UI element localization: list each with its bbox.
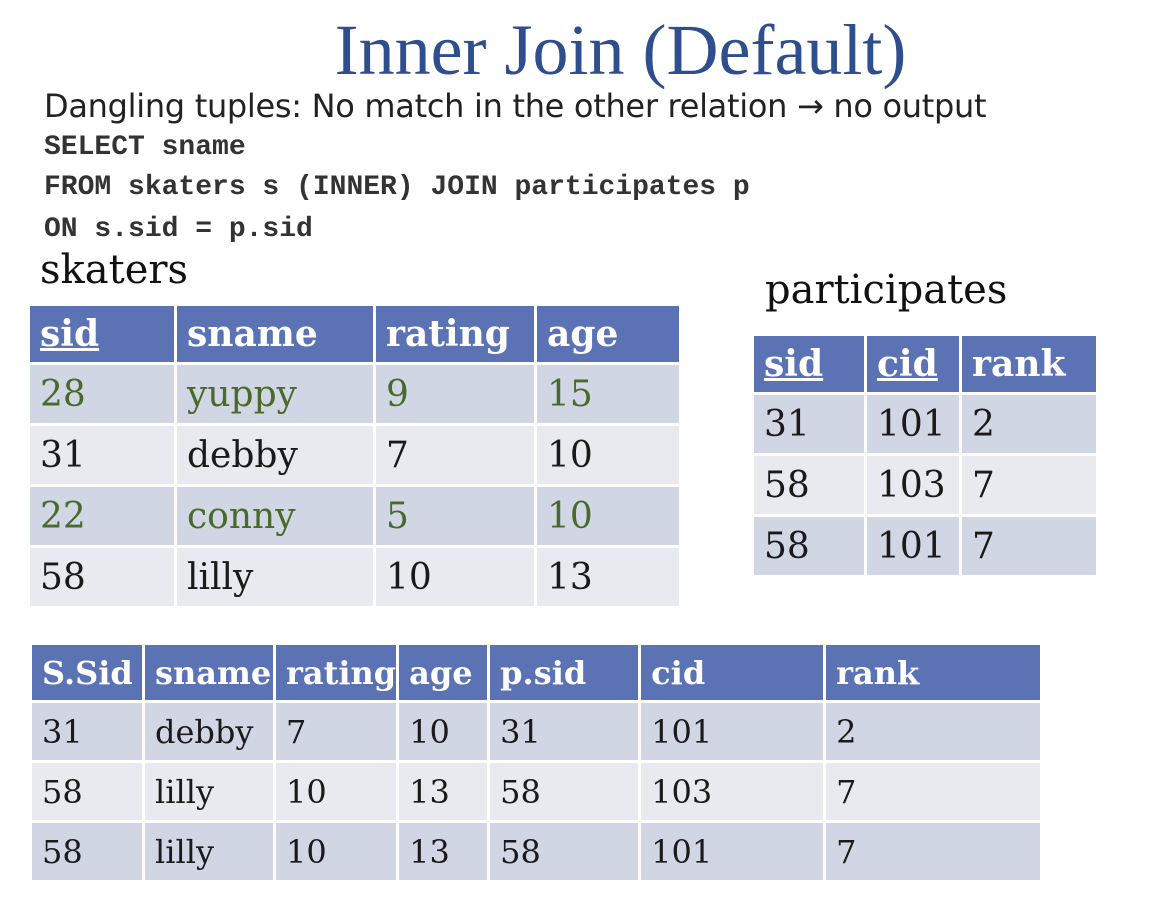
table-cell: 7 xyxy=(826,823,1041,880)
participates-header-cid: cid xyxy=(867,336,959,392)
result-header-ssid: S.Sid xyxy=(32,645,142,700)
result-header-cid: cid xyxy=(641,645,824,700)
table-cell: 101 xyxy=(867,517,959,575)
table-cell: 9 xyxy=(376,365,534,423)
table-cell: 7 xyxy=(962,517,1096,575)
slide-title: Inner Join (Default) xyxy=(334,10,907,90)
table-cell: 101 xyxy=(641,823,824,880)
sql-line-select: SELECT sname xyxy=(44,132,246,163)
table-cell: 5 xyxy=(376,487,534,545)
table-cell: 10 xyxy=(537,487,679,545)
table-row: 28 yuppy 9 15 xyxy=(30,365,679,423)
table-row: 31 debby 7 10 xyxy=(30,426,679,484)
skaters-header-rating: rating xyxy=(376,306,534,362)
table-cell: 10 xyxy=(537,426,679,484)
table-cell: 58 xyxy=(490,823,639,880)
table-cell: 31 xyxy=(490,703,639,760)
result-header-psid: p.sid xyxy=(490,645,639,700)
dangling-tuples-text: Dangling tuples: No match in the other r… xyxy=(44,87,987,125)
table-cell: lilly xyxy=(177,548,373,606)
table-cell: 2 xyxy=(962,395,1096,453)
table-cell: 7 xyxy=(826,763,1041,820)
table-cell: 15 xyxy=(537,365,679,423)
table-cell: 10 xyxy=(399,703,488,760)
result-header-rank: rank xyxy=(826,645,1041,700)
table-cell: conny xyxy=(177,487,373,545)
table-row: 58 101 7 xyxy=(754,517,1096,575)
table-cell: debby xyxy=(145,703,273,760)
table-cell: lilly xyxy=(145,823,273,880)
skaters-label: skaters xyxy=(40,247,189,293)
table-cell: 13 xyxy=(537,548,679,606)
table-row: 58 lilly 10 13 xyxy=(30,548,679,606)
table-cell: 10 xyxy=(276,763,397,820)
table-cell: 31 xyxy=(30,426,174,484)
table-row: 31 101 2 xyxy=(754,395,1096,453)
table-cell: 103 xyxy=(867,456,959,514)
table-row: 31 debby 7 10 31 101 2 xyxy=(32,703,1041,760)
table-cell: 10 xyxy=(376,548,534,606)
table-cell: 101 xyxy=(641,703,824,760)
participates-header-rank: rank xyxy=(962,336,1096,392)
skaters-table: sid sname rating age 28 yuppy 9 15 31 de… xyxy=(27,303,682,609)
result-header-rating: rating xyxy=(276,645,397,700)
table-cell: 7 xyxy=(962,456,1096,514)
table-cell: 13 xyxy=(399,823,488,880)
result-table: S.Sid sname rating age p.sid cid rank 31… xyxy=(29,642,1043,883)
table-cell: 13 xyxy=(399,763,488,820)
table-cell: 22 xyxy=(30,487,174,545)
table-cell: 2 xyxy=(826,703,1041,760)
table-cell: 7 xyxy=(376,426,534,484)
participates-table: sid cid rank 31 101 2 58 103 7 58 101 7 xyxy=(751,333,1099,578)
table-cell: 58 xyxy=(32,763,142,820)
table-cell: 58 xyxy=(754,517,864,575)
sql-line-on: ON s.sid = p.sid xyxy=(44,214,313,245)
table-row: 58 lilly 10 13 58 103 7 xyxy=(32,763,1041,820)
table-cell: 28 xyxy=(30,365,174,423)
table-cell: 10 xyxy=(276,823,397,880)
table-cell: 101 xyxy=(867,395,959,453)
table-cell: 7 xyxy=(276,703,397,760)
table-cell: lilly xyxy=(145,763,273,820)
skaters-header-sname: sname xyxy=(177,306,373,362)
result-header-sname: sname xyxy=(145,645,273,700)
skaters-header-sid: sid xyxy=(30,306,174,362)
skaters-header-age: age xyxy=(537,306,679,362)
table-cell: 31 xyxy=(32,703,142,760)
table-row: 22 conny 5 10 xyxy=(30,487,679,545)
sql-line-from: FROM skaters s (INNER) JOIN participates… xyxy=(44,172,750,203)
table-cell: 58 xyxy=(30,548,174,606)
table-cell: yuppy xyxy=(177,365,373,423)
table-cell: 58 xyxy=(754,456,864,514)
result-header-age: age xyxy=(399,645,488,700)
table-cell: 103 xyxy=(641,763,824,820)
table-row: 58 103 7 xyxy=(754,456,1096,514)
table-cell: 58 xyxy=(32,823,142,880)
participates-label: participates xyxy=(765,267,1008,313)
participates-header-sid: sid xyxy=(754,336,864,392)
table-cell: 58 xyxy=(490,763,639,820)
table-cell: 31 xyxy=(754,395,864,453)
table-row: 58 lilly 10 13 58 101 7 xyxy=(32,823,1041,880)
table-cell: debby xyxy=(177,426,373,484)
